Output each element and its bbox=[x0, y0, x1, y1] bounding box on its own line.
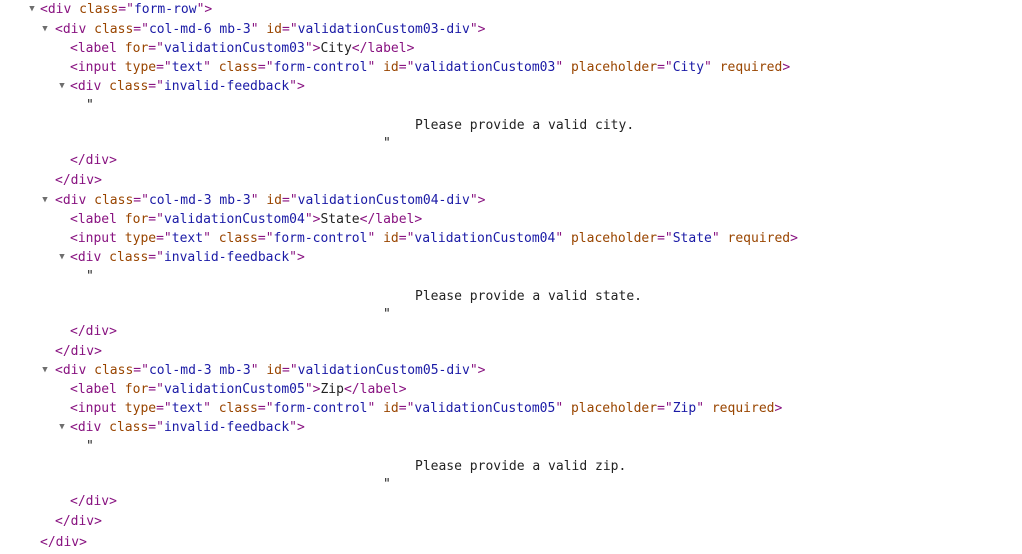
label-state-node[interactable]: <label for="validationCustom04">State</l… bbox=[70, 210, 422, 229]
required-attribute: required bbox=[727, 231, 791, 246]
attribute-value: form-row bbox=[133, 2, 197, 17]
expand-group-zip-arrow-icon[interactable]: ▼ bbox=[40, 361, 50, 380]
label-text: Zip bbox=[320, 382, 344, 397]
expand-group-state-arrow-icon[interactable]: ▼ bbox=[40, 191, 50, 210]
text-node-open-quote: " bbox=[86, 98, 94, 113]
attribute-value: Zip bbox=[672, 401, 697, 416]
text-node-open-quote: " bbox=[86, 439, 94, 454]
attribute-value: text bbox=[171, 60, 204, 75]
feedback-zip-open-tag[interactable]: <div class="invalid-feedback"> bbox=[70, 418, 305, 437]
attribute-value: form-control bbox=[273, 401, 368, 416]
feedback-text: Please provide a valid city. bbox=[415, 118, 635, 133]
group-city-close-tag: </div> bbox=[55, 173, 102, 188]
attribute-value: col-md-3 mb-3 bbox=[148, 193, 251, 208]
input-zip-node[interactable]: <input type="text" class="form-control" … bbox=[70, 399, 782, 418]
attribute-value: validationCustom04 bbox=[414, 231, 556, 246]
group-zip-close-tag: </div> bbox=[55, 514, 102, 529]
attribute-value: invalid-feedback bbox=[163, 420, 290, 435]
attribute-value: validationCustom04-div bbox=[297, 193, 470, 208]
label-zip-node[interactable]: <label for="validationCustom05">Zip</lab… bbox=[70, 380, 407, 399]
form-row-open-tag[interactable]: <div class="form-row"> bbox=[40, 0, 212, 19]
attribute-value: col-md-6 mb-3 bbox=[148, 22, 251, 37]
attribute-value: validationCustom03-div bbox=[297, 22, 470, 37]
attribute-value: invalid-feedback bbox=[163, 79, 290, 94]
expand-group-city-arrow-icon[interactable]: ▼ bbox=[40, 20, 50, 39]
input-state-node[interactable]: <input type="text" class="form-control" … bbox=[70, 229, 798, 248]
attribute-value: validationCustom05 bbox=[414, 401, 556, 416]
feedback-text: Please provide a valid zip. bbox=[415, 459, 627, 474]
text-node-open-quote: " bbox=[86, 269, 94, 284]
required-attribute: required bbox=[711, 401, 775, 416]
label-text: State bbox=[320, 212, 360, 227]
form-row-close-tag: </div> bbox=[40, 535, 87, 550]
tag-name: div bbox=[47, 2, 72, 17]
feedback-text: Please provide a valid state. bbox=[415, 289, 642, 304]
feedback-state-open-tag[interactable]: <div class="invalid-feedback"> bbox=[70, 248, 305, 267]
attribute-value: validationCustom03 bbox=[414, 60, 556, 75]
attribute-value: validationCustom04 bbox=[163, 212, 305, 227]
feedback-state-text[interactable]: Please provide a valid state. bbox=[415, 287, 642, 306]
attribute-value: text bbox=[171, 401, 204, 416]
label-text: City bbox=[320, 41, 352, 56]
elements-dom-tree: ▼ <div class="form-row"> ▼ <div class="col-… bbox=[0, 0, 1022, 554]
attribute-value: form-control bbox=[273, 231, 368, 246]
feedback-state-close-tag: </div> bbox=[70, 324, 117, 339]
required-attribute: required bbox=[719, 60, 783, 75]
group-state-open-tag[interactable]: <div class="col-md-3 mb-3" id="validatio… bbox=[55, 191, 486, 210]
group-city-open-tag[interactable]: <div class="col-md-6 mb-3" id="validatio… bbox=[55, 20, 486, 39]
group-state-close-tag: </div> bbox=[55, 344, 102, 359]
feedback-city-open-tag[interactable]: <div class="invalid-feedback"> bbox=[70, 77, 305, 96]
feedback-city-text[interactable]: Please provide a valid city. bbox=[415, 116, 634, 135]
feedback-city-close-tag: </div> bbox=[70, 153, 117, 168]
expand-form-row-arrow-icon[interactable]: ▼ bbox=[27, 0, 37, 19]
label-city-node[interactable]: <label for="validationCustom03">City</la… bbox=[70, 39, 414, 58]
attribute-value: validationCustom03 bbox=[163, 41, 305, 56]
text-node-close-quote: " bbox=[383, 307, 391, 322]
text-node-close-quote: " bbox=[383, 136, 391, 151]
input-city-node[interactable]: <input type="text" class="form-control" … bbox=[70, 58, 790, 77]
text-node-close-quote: " bbox=[383, 477, 391, 492]
attribute-value: text bbox=[171, 231, 204, 246]
attribute-value: City bbox=[672, 60, 705, 75]
feedback-zip-text[interactable]: Please provide a valid zip. bbox=[415, 457, 626, 476]
attribute-value: validationCustom05-div bbox=[297, 363, 470, 378]
group-zip-open-tag[interactable]: <div class="col-md-3 mb-3" id="validatio… bbox=[55, 361, 486, 380]
tag-name: div bbox=[55, 535, 80, 550]
feedback-zip-close-tag: </div> bbox=[70, 494, 117, 509]
attribute-value: State bbox=[672, 231, 712, 246]
attribute-value: col-md-3 mb-3 bbox=[148, 363, 251, 378]
attribute-value: validationCustom05 bbox=[163, 382, 305, 397]
expand-feedback-state-arrow-icon[interactable]: ▼ bbox=[57, 248, 67, 267]
attribute-value: form-control bbox=[273, 60, 368, 75]
expand-feedback-city-arrow-icon[interactable]: ▼ bbox=[57, 77, 67, 96]
expand-feedback-zip-arrow-icon[interactable]: ▼ bbox=[57, 418, 67, 437]
attribute-value: invalid-feedback bbox=[163, 250, 290, 265]
